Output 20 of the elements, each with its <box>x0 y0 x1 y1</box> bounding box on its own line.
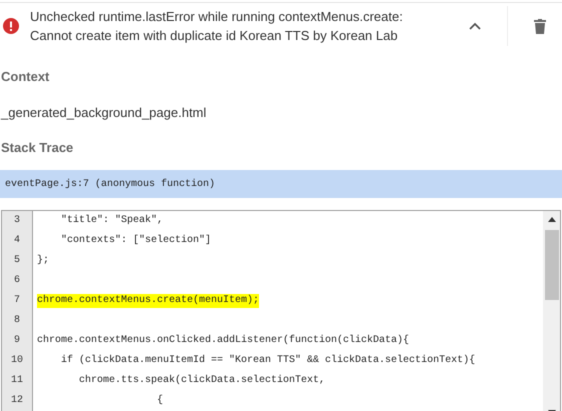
line-number: 6 <box>12 274 21 288</box>
line-number: 5 <box>12 254 21 268</box>
section-heading: Stack Trace <box>1 140 74 155</box>
line-number: 8 <box>12 314 21 328</box>
context-value: _generated_background_page.html <box>1 105 208 120</box>
error-icon <box>3 18 19 34</box>
section-heading: Context <box>1 69 50 84</box>
stack-frame[interactable]: eventPage.js:7 (anonymous function) <box>0 170 562 198</box>
line-number: 11 <box>10 374 24 388</box>
line-number: 12 <box>10 394 24 408</box>
scrollbar[interactable] <box>543 211 560 411</box>
trash-icon <box>534 18 546 34</box>
line-number: 7 <box>12 294 21 308</box>
line-number: 4 <box>12 234 21 248</box>
error-message: Unchecked runtime.lastError while running contextMenus.create: Cannot create item with duplicate id Korean TTS by Korean Lab <box>29 8 404 45</box>
chevron-up-icon <box>469 22 481 30</box>
scroll-up-icon[interactable] <box>548 217 556 222</box>
line-number: 9 <box>12 334 21 348</box>
line-number: 3 <box>12 214 21 228</box>
line-number: 10 <box>10 354 24 368</box>
